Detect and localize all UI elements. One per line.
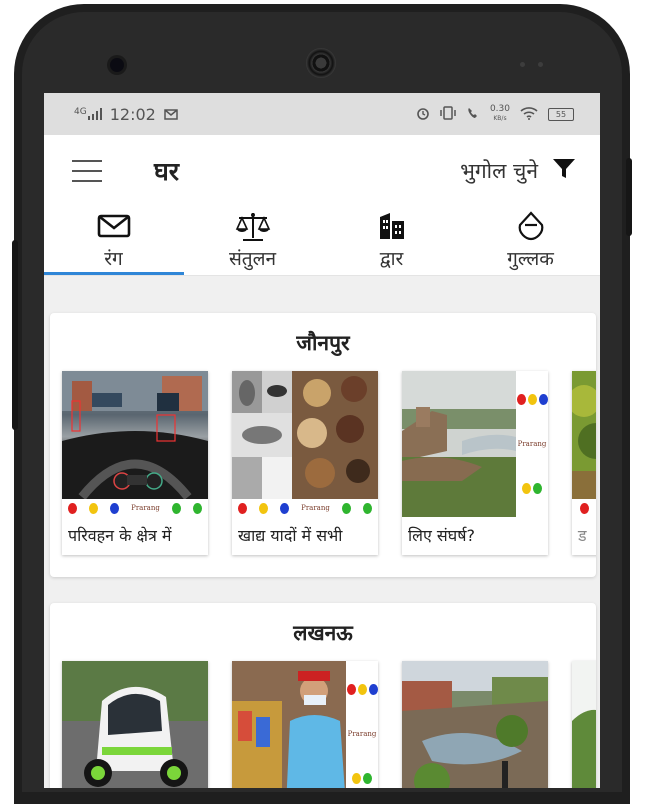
- article-card[interactable]: [62, 661, 208, 788]
- app-bar: घर भुगोल चुने: [44, 135, 600, 207]
- phone-volume-button: [12, 240, 18, 430]
- garbage-pond-image: [402, 661, 548, 788]
- geography-filter-button[interactable]: भुगोल चुने: [460, 157, 576, 186]
- network-speed: 0.30 KB/s: [489, 104, 510, 123]
- light-sensor: [538, 62, 543, 67]
- tab-color[interactable]: रंग: [44, 207, 183, 275]
- brand-logo-strip: Prarang: [62, 499, 208, 517]
- status-bar: 4G 12:02 0.30 KB/s 55: [44, 93, 600, 135]
- article-card[interactable]: Prarang: [232, 661, 378, 788]
- wifi-icon: [520, 105, 538, 124]
- tab-piggy-bank[interactable]: गुल्लक: [461, 207, 600, 275]
- river-ghat-image: Prarang: [402, 371, 548, 517]
- green-trees-image: [572, 371, 596, 517]
- wifi-calling-icon: [466, 105, 480, 124]
- brand-label: Prarang: [301, 504, 330, 512]
- article-caption: परिवहन के क्षेत्र में: [68, 526, 172, 545]
- brand-logo-strip: Prarang: [516, 371, 548, 517]
- earpiece-speaker: [306, 48, 336, 78]
- active-tab-indicator: [44, 272, 184, 275]
- article-card[interactable]: Prarang लिए संघर्ष?: [402, 371, 548, 555]
- city-section-card: लखनऊ Prarang: [50, 603, 596, 788]
- scales-icon: [235, 211, 271, 241]
- status-time: 12:02: [109, 104, 156, 124]
- brand-label: Prarang: [131, 504, 160, 512]
- gmail-notification-icon: [164, 105, 178, 124]
- phone-power-button: [626, 158, 632, 236]
- tab-label: रंग: [104, 248, 123, 270]
- article-caption: खाद्य यादों में सभी: [238, 526, 343, 545]
- section-title: जौनपुर: [296, 331, 350, 355]
- menu-icon[interactable]: [72, 160, 102, 182]
- battery-level: 55: [555, 109, 567, 119]
- article-card[interactable]: [572, 661, 596, 788]
- page-title: घर: [154, 157, 180, 186]
- dashboard-driving-image: Prarang: [62, 371, 208, 517]
- article-caption: लिए संघर्ष?: [408, 526, 475, 545]
- piggy-bank-icon: [515, 211, 547, 241]
- screen: 4G 12:02 0.30 KB/s 55 घर भुगोल चुने रंग …: [44, 93, 600, 788]
- proximity-sensor: [520, 62, 525, 67]
- filter-icon: [552, 157, 576, 186]
- brand-logo-strip: Prarang: [232, 499, 378, 517]
- battery-icon: 55: [548, 107, 574, 121]
- geography-filter-label: भुगोल चुने: [460, 159, 538, 183]
- city-section-card: जौनपुर Prarang परिवहन के क्षेत्र में Pra…: [50, 313, 596, 577]
- shopkeeper-mask-image: Prarang: [232, 661, 378, 788]
- section-title: लखनऊ: [293, 621, 353, 645]
- tab-label: द्वार: [379, 248, 404, 270]
- article-card[interactable]: Prarang खाद्य यादों में सभी: [232, 371, 378, 555]
- article-card[interactable]: Prarang परिवहन के क्षेत्र में: [62, 371, 208, 555]
- article-caption: ड: [578, 526, 587, 545]
- article-card[interactable]: ड: [572, 371, 596, 555]
- article-card[interactable]: [402, 661, 548, 788]
- front-camera: [110, 58, 124, 72]
- food-faces-collage-image: Prarang: [232, 371, 378, 517]
- green-field-image: [572, 661, 596, 788]
- tab-label: संतुलन: [228, 248, 277, 270]
- electric-car-image: [62, 661, 208, 788]
- tab-label: गुल्लक: [507, 248, 554, 270]
- brand-label: Prarang: [517, 439, 547, 448]
- building-icon: [377, 211, 407, 241]
- network-signal-icon: 4G: [74, 108, 102, 120]
- category-tabs: रंग संतुलन द्वार गुल्लक: [44, 207, 600, 276]
- alarm-icon: [416, 105, 430, 124]
- vibrate-icon: [440, 105, 456, 124]
- tab-door[interactable]: द्वार: [322, 207, 461, 275]
- mail-icon: [97, 211, 131, 241]
- brand-logo-strip: [572, 499, 596, 517]
- network-type: 4G: [74, 107, 87, 117]
- tab-balance[interactable]: संतुलन: [183, 207, 322, 275]
- brand-logo-strip: Prarang: [346, 661, 378, 788]
- brand-label: Prarang: [347, 729, 377, 738]
